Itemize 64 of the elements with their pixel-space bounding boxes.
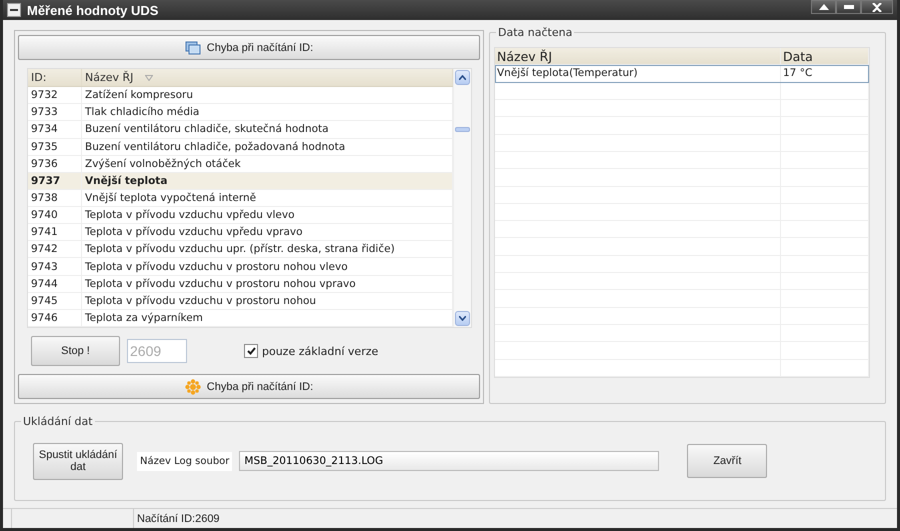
checkbox-label[interactable]: pouze základní verze	[262, 344, 378, 358]
triangle-icon	[818, 4, 828, 10]
scrollbar[interactable]	[453, 69, 471, 327]
value-cell: 17 °C	[781, 65, 869, 82]
list-row[interactable]: 9733 Tlak chladicího média	[28, 104, 453, 122]
group-title: Data načtena	[497, 26, 574, 39]
list-row[interactable]: 9744 Teplota v přívodu vzduchu v prostoru nohou vpravo	[28, 276, 453, 293]
id-cell: 9735	[28, 138, 82, 155]
close-button[interactable]	[861, 0, 893, 14]
name-cell: Vnější teplota(Temperatur)	[495, 65, 781, 82]
caret-up-icon	[459, 75, 466, 80]
load-error-button[interactable]: Chyba při načítání ID:	[18, 35, 480, 60]
load-error-button[interactable]: Chyba při načítání ID:	[18, 374, 480, 399]
log-name-label: Název Log soubor	[137, 452, 232, 470]
column-header[interactable]: Název ŘJ	[495, 48, 781, 64]
list-row[interactable]: 9738 Vnější teplota vypočtená interně	[28, 190, 453, 208]
close-icon	[872, 2, 882, 12]
id-cell: 9740	[28, 207, 82, 224]
list-row[interactable]: 9746 Teplota za výparníkem	[28, 310, 453, 328]
close-dialog-button[interactable]: Zavřít	[687, 444, 768, 478]
id-cell: 9736	[28, 156, 82, 172]
stop-button[interactable]: Stop !	[31, 336, 120, 366]
list-row[interactable]: 9735 Buzení ventilátoru chladiče, požadovaná hodnota	[28, 138, 453, 156]
id-cell: 9738	[28, 190, 82, 206]
id-cell: 9743	[28, 258, 82, 275]
minimize-button[interactable]	[836, 0, 861, 14]
column-header[interactable]: Data	[781, 48, 869, 64]
data-row[interactable]: Vnější teplota(Temperatur) 17 °C	[495, 65, 869, 83]
group-title: Ukládání dat	[22, 415, 94, 428]
status-text: Načítání ID:2609	[136, 512, 220, 524]
checkbox[interactable]	[244, 344, 258, 358]
sort-icon	[145, 74, 154, 81]
column-header[interactable]: ID:	[28, 69, 82, 86]
list-row[interactable]: 9743 Teplota v přívodu vzduchu v prostoru nohou vlevo	[28, 258, 453, 276]
scroll-up-button[interactable]	[455, 70, 470, 85]
id-cell: 9742	[28, 241, 82, 258]
list-row[interactable]: 9741 Teplota v přívodu vzduchu vpředu vpravo	[28, 224, 453, 242]
id-cell: 9741	[28, 224, 82, 240]
list-row[interactable]: 9745 Teplota v přívodu vzduchu v prostoru nohou	[28, 292, 453, 310]
windows-icon	[184, 40, 201, 54]
list-row[interactable]: 9740 Teplota v přívodu vzduchu vpředu vlevo	[28, 207, 453, 224]
log-file-field[interactable]: MSB_20110630_2113.LOG	[239, 451, 660, 471]
start-logging-button[interactable]: Spustit ukládání dat	[33, 442, 123, 480]
list-row[interactable]: 9736 Zvýšení volnoběžných otáček	[28, 156, 453, 173]
window-title: Měřené hodnoty UDS	[27, 2, 160, 18]
minimize-icon	[844, 5, 854, 9]
id-cell: 9734	[28, 121, 82, 138]
id-cell: 9732	[28, 87, 82, 104]
asterisk-icon	[184, 378, 201, 394]
maximize-button[interactable]	[811, 0, 836, 14]
checkmark-icon	[246, 347, 256, 355]
id-cell: 9733	[28, 104, 82, 120]
window-menu-icon[interactable]	[7, 3, 21, 17]
list-row[interactable]: 9742 Teplota v přívodu vzduchu upr. (přístr. deska, strana řidiče)	[28, 241, 453, 258]
list-row[interactable]: 9737 Vnější teplota	[28, 172, 453, 190]
id-cell: 9744	[28, 276, 82, 292]
id-cell: 9737	[28, 172, 82, 189]
id-cell: 9745	[28, 292, 82, 309]
list-row[interactable]: 9734 Buzení ventilátoru chladiče, skutečná hodnota	[28, 121, 453, 138]
scroll-down-button[interactable]	[455, 311, 470, 326]
list-row[interactable]: 9732 Zatížení kompresoru	[28, 87, 453, 104]
caret-down-icon	[459, 316, 466, 321]
scroll-thumb[interactable]	[455, 127, 470, 132]
id-cell: 9746	[28, 310, 82, 326]
